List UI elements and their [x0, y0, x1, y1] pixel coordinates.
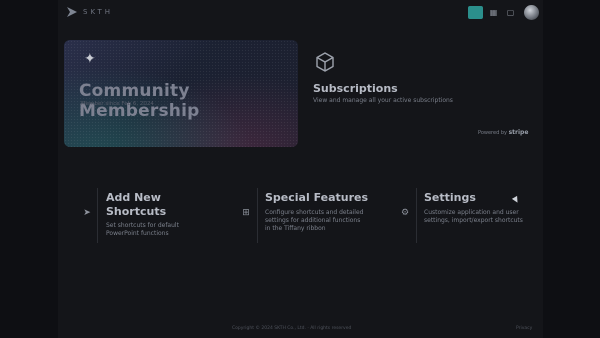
avatar[interactable] [524, 5, 539, 20]
divider [416, 188, 417, 243]
arrow-icon: ➤ [83, 208, 91, 218]
box-icon [316, 52, 334, 72]
subscriptions-description: View and manage all your active subscrip… [313, 97, 453, 104]
list-icon[interactable]: ▢ [505, 6, 516, 19]
app-window: SKTH ▦ ▢ ✦ Community Membership Member s… [58, 0, 543, 338]
membership-subtitle: Member since Feb 6, 2024 [81, 101, 154, 107]
divider [97, 188, 98, 243]
feature-desc-line: Customize application and user [424, 209, 519, 216]
gear-icon: ⚙ [400, 208, 410, 218]
mouse-cursor [511, 195, 521, 205]
feature-desc-line: in the Tiffany ribbon [265, 225, 326, 232]
powered-by-label: Powered by [478, 130, 507, 136]
settings-title[interactable]: Settings [424, 191, 476, 205]
feature-title-line: Shortcuts [106, 205, 167, 218]
feature-desc-line: settings, import/export shortcuts [424, 217, 523, 224]
add-shortcuts-description: Set shortcuts for default PowerPoint fun… [106, 222, 179, 238]
puzzle-icon: ⊞ [242, 208, 250, 218]
membership-logo-icon: ✦ [84, 51, 96, 67]
brand-name: SKTH [83, 8, 114, 16]
feature-desc-line: Configure shortcuts and detailed [265, 209, 364, 216]
app-logo-icon[interactable] [66, 6, 78, 18]
top-bar: SKTH ▦ ▢ [58, 0, 543, 26]
divider [257, 188, 258, 243]
feature-desc-line: settings for additional functions [265, 217, 361, 224]
subscriptions-title[interactable]: Subscriptions [313, 82, 398, 95]
settings-description: Customize application and user settings,… [424, 209, 523, 225]
powered-by-stripe: Powered by stripe [478, 129, 528, 136]
special-features-description: Configure shortcuts and detailed setting… [265, 209, 363, 233]
copyright-text: Copyright © 2024 SKTH Co., Ltd. · All ri… [232, 326, 352, 331]
grid-icon[interactable]: ▦ [488, 6, 499, 19]
stripe-logo: stripe [508, 129, 529, 136]
active-toolbar-icon[interactable] [468, 6, 483, 19]
privacy-link[interactable]: Privacy [516, 326, 532, 331]
special-features-title[interactable]: Special Features [265, 191, 368, 205]
feature-desc-line: PowerPoint functions [106, 230, 169, 237]
membership-card[interactable]: ✦ Community Membership Member since Feb … [64, 40, 298, 147]
feature-desc-line: Set shortcuts for default [106, 222, 179, 229]
add-shortcuts-title[interactable]: Add New Shortcuts [106, 191, 166, 219]
feature-title-line: Add New [106, 191, 161, 204]
